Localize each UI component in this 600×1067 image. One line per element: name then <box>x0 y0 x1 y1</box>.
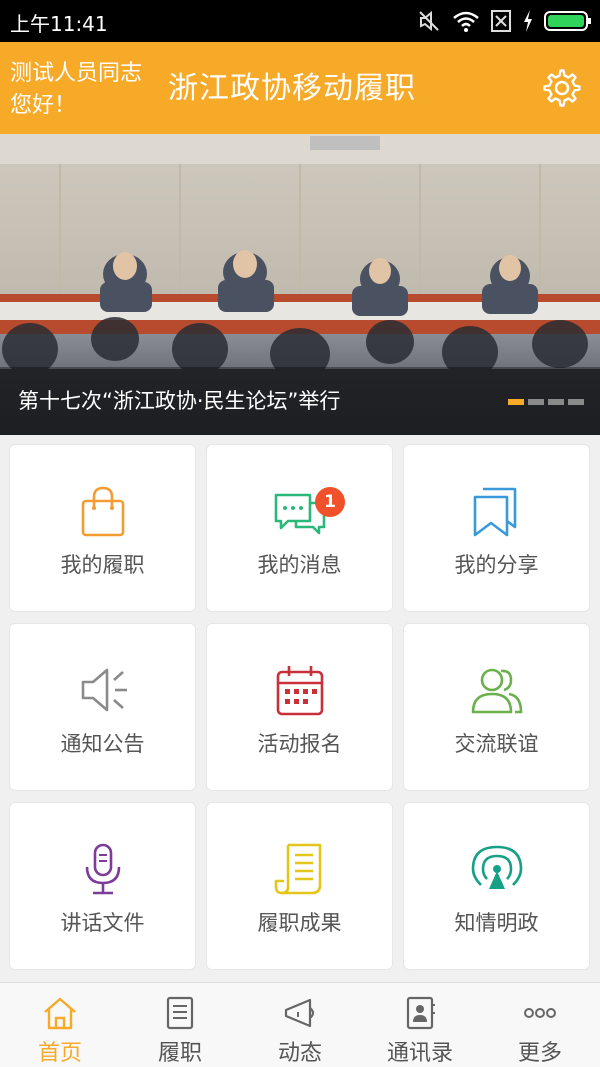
tile-speech-documents[interactable]: 讲话文件 <box>9 802 196 970</box>
tile-label: 交流联谊 <box>454 732 539 756</box>
gear-icon[interactable] <box>542 68 582 108</box>
tile-label: 履职成果 <box>257 911 342 935</box>
tile-label: 讲话文件 <box>60 911 145 935</box>
tab-label: 履职 <box>157 1041 202 1066</box>
carousel-dot-active[interactable] <box>508 399 524 405</box>
tab-label: 通讯录 <box>386 1041 453 1066</box>
document-icon <box>166 996 194 1030</box>
banner-caption[interactable]: 第十七次“浙江政协·民生论坛”举行 <box>18 385 340 415</box>
battery-icon <box>544 11 591 31</box>
tile-label: 我的分享 <box>454 553 539 577</box>
function-grid: 我的履职 1 我的消息 我的分享 通知公告 活动报名 交流联谊 讲话文件 履职成… <box>0 435 600 982</box>
app-header: 测试人员同志 您好！ 浙江政协移动履职 <box>0 42 600 134</box>
calendar-icon <box>276 666 323 716</box>
status-time: 上午11:41 <box>10 12 108 36</box>
carousel-indicator <box>508 399 584 405</box>
sim-off-icon <box>491 10 511 32</box>
broadcast-icon <box>471 845 522 889</box>
megaphone-icon <box>81 668 127 712</box>
tile-event-signup[interactable]: 活动报名 <box>206 623 393 791</box>
tile-duty-results[interactable]: 履职成果 <box>206 802 393 970</box>
tab-label: 首页 <box>37 1041 82 1066</box>
tab-duties[interactable]: 履职 <box>120 983 240 1067</box>
tile-my-duties[interactable]: 我的履职 <box>9 444 196 612</box>
tile-label: 我的履职 <box>60 553 145 577</box>
users-icon <box>471 668 522 714</box>
silent-vibrate-icon <box>419 10 439 32</box>
wifi-icon <box>453 11 479 32</box>
tile-label: 知情明政 <box>454 911 539 935</box>
tile-label: 活动报名 <box>257 732 342 756</box>
tab-label: 更多 <box>517 1041 562 1066</box>
tile-my-messages[interactable]: 1 我的消息 <box>206 444 393 612</box>
home-icon <box>44 997 76 1030</box>
contacts-icon <box>406 996 435 1030</box>
greeting-name: 测试人员同志 <box>10 61 143 86</box>
document-list-icon <box>274 843 321 895</box>
microphone-icon <box>85 843 120 895</box>
tile-my-shares[interactable]: 我的分享 <box>403 444 590 612</box>
tab-home[interactable]: 首页 <box>0 983 120 1067</box>
tile-label: 我的消息 <box>257 553 342 577</box>
carousel-dot[interactable] <box>528 399 544 405</box>
greeting-hello: 您好！ <box>10 93 77 118</box>
carousel-dot[interactable] <box>568 399 584 405</box>
tile-notices[interactable]: 通知公告 <box>9 623 196 791</box>
tab-more[interactable]: 更多 <box>480 983 600 1067</box>
tab-news[interactable]: 动态 <box>240 983 360 1067</box>
tab-label: 动态 <box>277 1041 322 1066</box>
user-greeting: 测试人员同志 您好！ <box>10 58 142 122</box>
bottom-tab-bar: 首页 履职 动态 通讯录 更多 <box>0 982 600 1067</box>
tile-label: 通知公告 <box>60 732 145 756</box>
app-title: 浙江政协移动履职 <box>168 71 416 106</box>
status-icons <box>416 6 592 36</box>
shopping-bag-icon <box>81 486 124 537</box>
bookmark-share-icon <box>473 487 516 537</box>
carousel-dot[interactable] <box>548 399 564 405</box>
tile-politics-briefing[interactable]: 知情明政 <box>403 802 590 970</box>
more-icon <box>524 1008 556 1018</box>
unread-badge: 1 <box>315 487 345 517</box>
news-banner-carousel[interactable]: 第十七次“浙江政协·民生论坛”举行 <box>0 134 600 435</box>
tab-contacts[interactable]: 通讯录 <box>360 983 480 1067</box>
tile-social-exchange[interactable]: 交流联谊 <box>403 623 590 791</box>
status-bar: 上午11:41 <box>0 0 600 42</box>
charging-icon <box>524 10 532 32</box>
megaphone-icon <box>284 998 315 1028</box>
